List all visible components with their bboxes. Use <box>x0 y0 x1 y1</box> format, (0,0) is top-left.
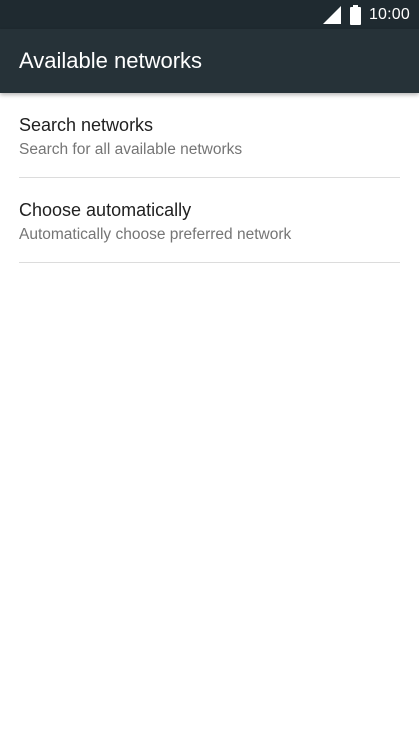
status-icons: 10:00 <box>322 0 410 29</box>
battery-icon <box>349 4 361 25</box>
signal-icon <box>322 5 342 25</box>
status-bar: 10:00 <box>0 0 419 29</box>
clock: 10:00 <box>368 5 410 23</box>
choose-automatically-item[interactable]: Choose automatically Automatically choos… <box>0 178 419 263</box>
list-item-title: Search networks <box>19 115 154 135</box>
page-title: Available networks <box>19 48 203 73</box>
list-item-title: Choose automatically <box>19 200 192 220</box>
app-bar: Available networks <box>0 29 419 93</box>
list-item-summary: Automatically choose preferred network <box>19 226 292 243</box>
search-networks-item[interactable]: Search networks Search for all available… <box>0 93 419 178</box>
divider <box>19 262 400 263</box>
network-options-list: Search networks Search for all available… <box>0 93 419 263</box>
list-item-summary: Search for all available networks <box>19 141 243 158</box>
